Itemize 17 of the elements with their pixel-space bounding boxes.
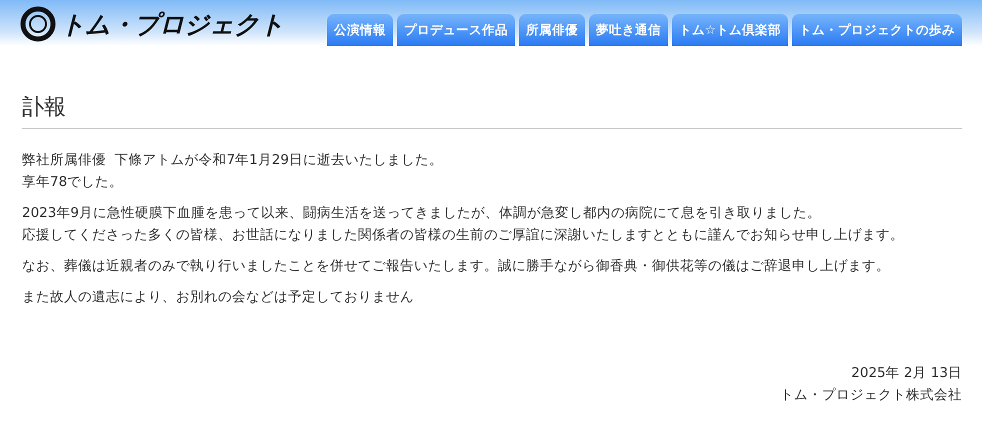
nav-tab[interactable]: プロデュース作品 [396,14,515,46]
company-name: トム・プロジェクト株式会社 [780,386,962,405]
logo-text[interactable]: トム・プロジェクト [60,8,284,40]
body-text: 弊社所属俳優 下條アトムが令和7年1月29日に逝去いたしました。 [22,151,444,170]
body-text: 享年78でした。 [22,173,124,192]
nav-tab[interactable]: 公演情報 [326,14,393,46]
nav-tab[interactable]: トム☆トム倶楽部 [672,14,788,46]
brush-circle-icon [20,6,56,42]
nav-tab[interactable]: トム・プロジェクトの歩み [792,14,962,46]
body-text: 応援してくださった多くの皆様、お世話になりました関係者の皆様の生前のご厚誼に深謝いたしますとともに謹んでお知らせ申し上げます。 [22,226,905,245]
nav-tab[interactable]: 夢吐き通信 [588,14,668,46]
body-text: なお、葬儀は近親者のみで執り行いましたことを併せてご報告いたします。誠に勝手ながら御香典・御供花等の儀はご辞退申し上げます。 [22,257,891,276]
nav-tab[interactable]: 所属俳優 [518,14,585,46]
page-title: 訃報 [22,92,962,129]
date-text: 2025年 2月 13日 [851,364,962,383]
body-text: 2023年9月に急性硬膜下血腫を患って以来、闘病生活を送ってきましたが、体調が急変し都内の病院にて息を引き取りました。 [22,204,822,223]
body-text: また故人の遺志により、お別れの会などは予定しておりません [22,288,415,307]
